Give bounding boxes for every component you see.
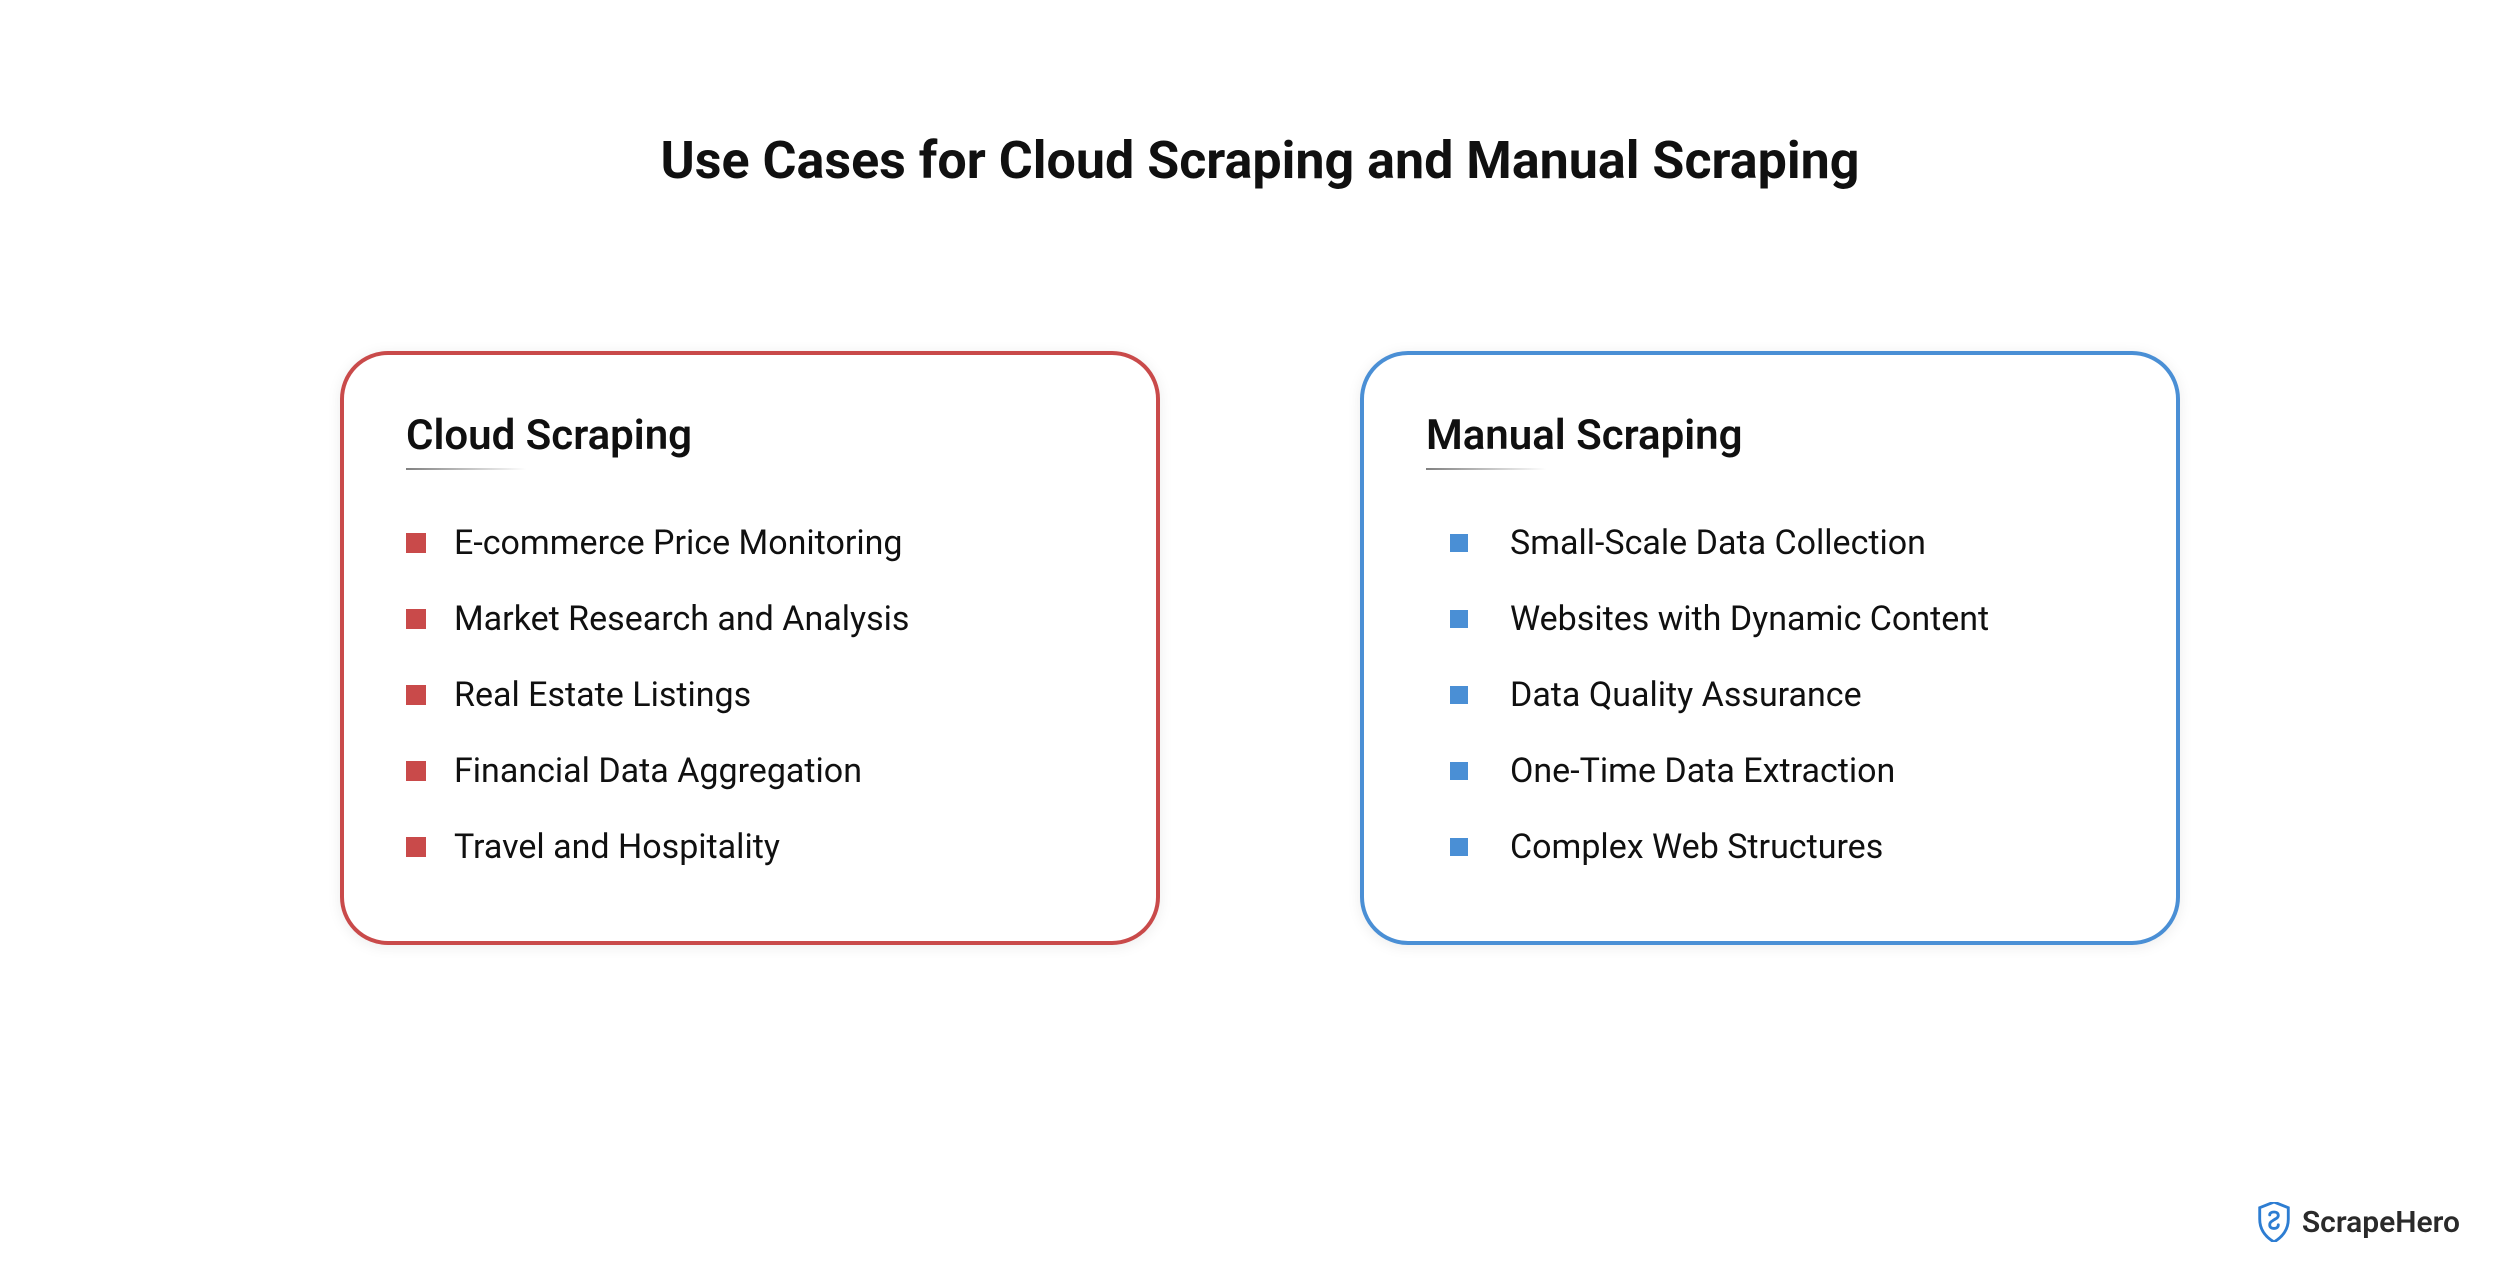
list-item-text: Market Research and Analysis bbox=[454, 599, 909, 639]
bullet-icon bbox=[1450, 686, 1468, 704]
heading-underline bbox=[1426, 468, 1546, 470]
card-list: Small-Scale Data Collection Websites wit… bbox=[1426, 505, 2114, 885]
list-item: Travel and Hospitality bbox=[406, 809, 1094, 885]
list-item: Complex Web Structures bbox=[1426, 809, 2114, 885]
list-item-text: Small-Scale Data Collection bbox=[1510, 523, 1926, 563]
bullet-icon bbox=[406, 685, 426, 705]
card-list: E-commerce Price Monitoring Market Resea… bbox=[406, 505, 1094, 885]
bullet-icon bbox=[1450, 534, 1468, 552]
list-item-text: Travel and Hospitality bbox=[454, 827, 780, 867]
list-item-text: Financial Data Aggregation bbox=[454, 751, 862, 791]
card-heading: Cloud Scraping bbox=[406, 411, 1094, 460]
logo-text: ScrapeHero bbox=[2302, 1205, 2460, 1240]
bullet-icon bbox=[406, 837, 426, 857]
list-item: One-Time Data Extraction bbox=[1426, 733, 2114, 809]
list-item: Small-Scale Data Collection bbox=[1426, 505, 2114, 581]
list-item-text: One-Time Data Extraction bbox=[1510, 751, 1895, 791]
list-item: Data Quality Assurance bbox=[1426, 657, 2114, 733]
bullet-icon bbox=[1450, 762, 1468, 780]
cards-container: Cloud Scraping E-commerce Price Monitori… bbox=[0, 351, 2520, 945]
bullet-icon bbox=[1450, 610, 1468, 628]
list-item-text: Data Quality Assurance bbox=[1510, 675, 1862, 715]
list-item: Websites with Dynamic Content bbox=[1426, 581, 2114, 657]
logo: ScrapeHero bbox=[2256, 1202, 2460, 1242]
list-item-text: Real Estate Listings bbox=[454, 675, 751, 715]
list-item-text: E-commerce Price Monitoring bbox=[454, 523, 903, 563]
card-cloud-scraping: Cloud Scraping E-commerce Price Monitori… bbox=[340, 351, 1160, 945]
card-heading: Manual Scraping bbox=[1426, 411, 2114, 460]
card-manual-scraping: Manual Scraping Small-Scale Data Collect… bbox=[1360, 351, 2180, 945]
list-item-text: Websites with Dynamic Content bbox=[1510, 599, 1989, 639]
list-item: Financial Data Aggregation bbox=[406, 733, 1094, 809]
bullet-icon bbox=[406, 609, 426, 629]
bullet-icon bbox=[1450, 838, 1468, 856]
list-item-text: Complex Web Structures bbox=[1510, 827, 1883, 867]
bullet-icon bbox=[406, 533, 426, 553]
shield-icon bbox=[2256, 1202, 2292, 1242]
list-item: E-commerce Price Monitoring bbox=[406, 505, 1094, 581]
page-title: Use Cases for Cloud Scraping and Manual … bbox=[0, 0, 2520, 191]
heading-underline bbox=[406, 468, 526, 470]
bullet-icon bbox=[406, 761, 426, 781]
list-item: Real Estate Listings bbox=[406, 657, 1094, 733]
list-item: Market Research and Analysis bbox=[406, 581, 1094, 657]
